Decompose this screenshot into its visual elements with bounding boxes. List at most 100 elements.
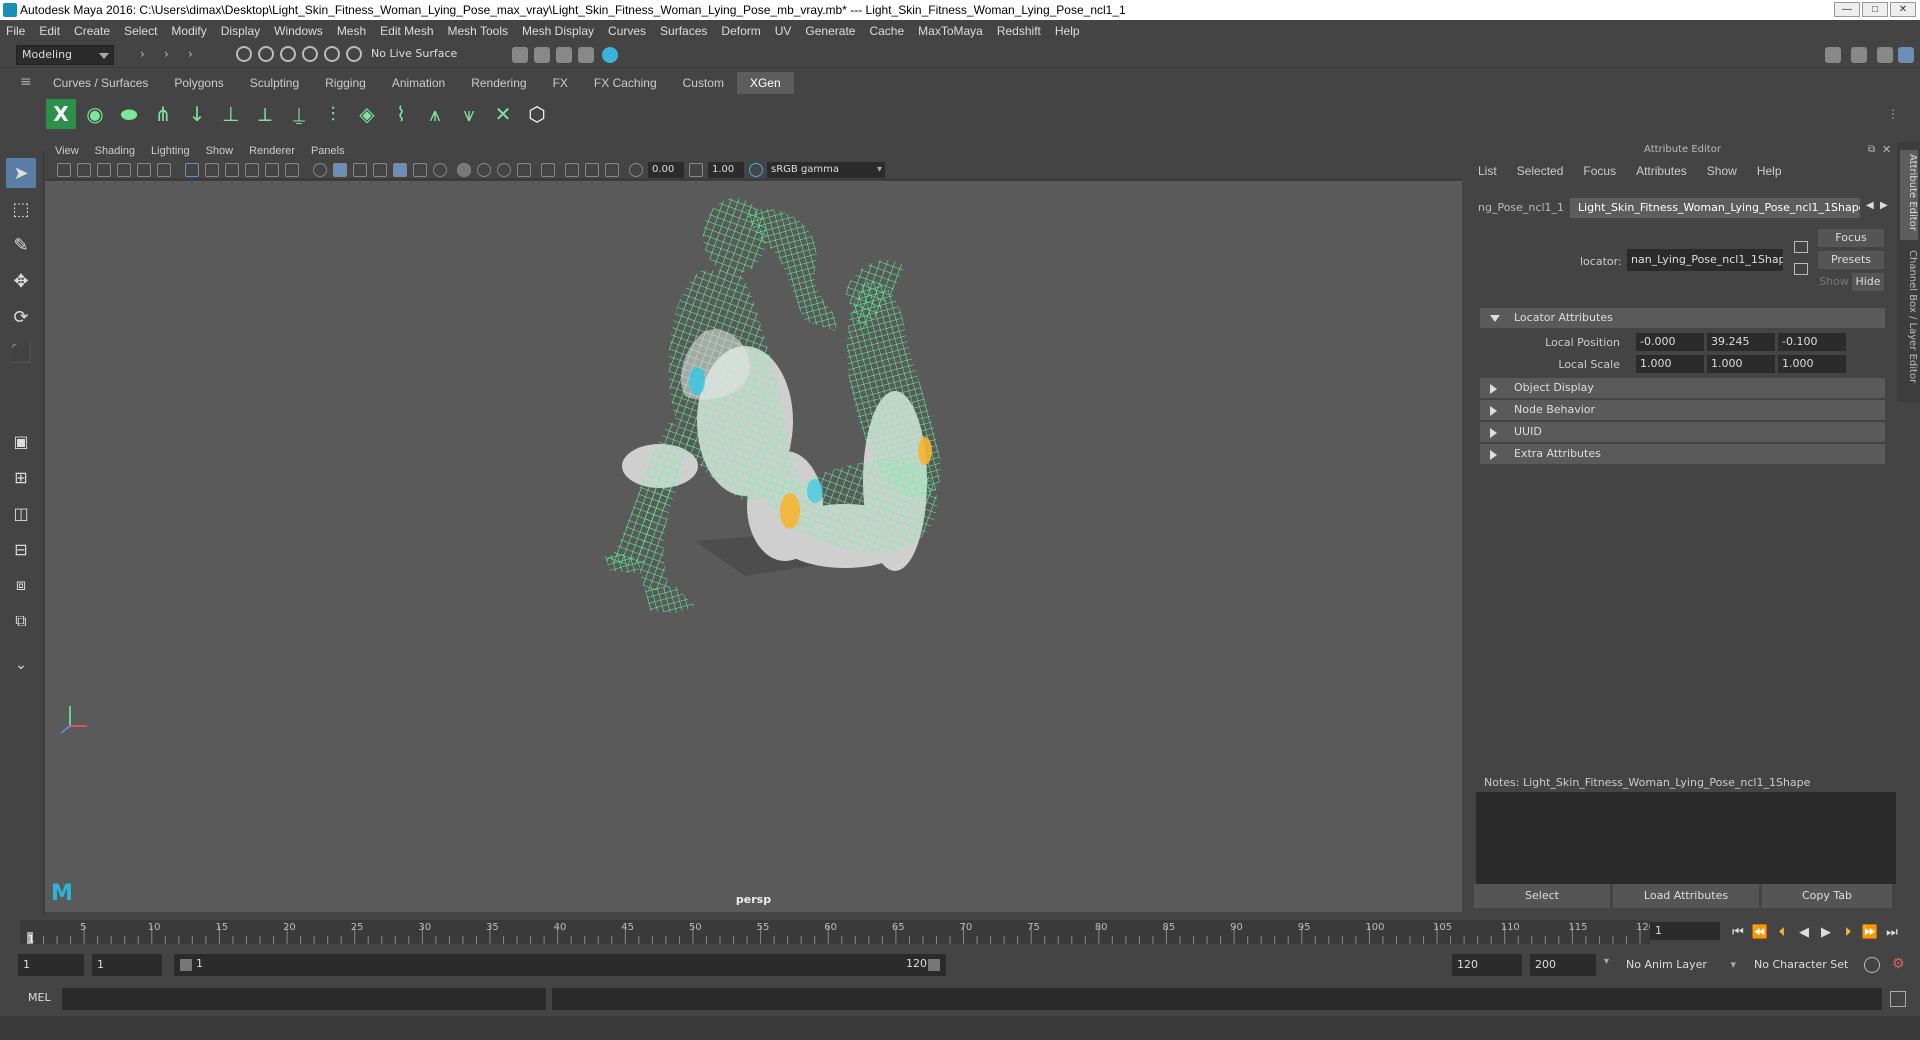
menu-generate[interactable]: Generate — [805, 24, 855, 38]
ae-menu-attributes[interactable]: Attributes — [1636, 164, 1687, 178]
persp-outliner-icon[interactable]: ⧈ — [6, 570, 36, 600]
minimize-button[interactable]: — — [1834, 2, 1860, 17]
2d-pan-icon[interactable] — [137, 163, 151, 177]
select-button[interactable]: Select — [1474, 884, 1610, 908]
load-attributes-button[interactable]: Load Attributes — [1613, 884, 1759, 908]
menu-file[interactable]: File — [6, 24, 25, 38]
menu-maxtomaya[interactable]: MaxToMaya — [918, 24, 983, 38]
rotate-tool-icon[interactable]: ⟳ — [6, 302, 36, 332]
playback-end-field[interactable]: 120 — [1452, 954, 1522, 976]
tab-next-icon[interactable]: ▶ — [1880, 200, 1888, 211]
depth-of-field-icon[interactable] — [517, 163, 531, 177]
xray-joints-icon[interactable] — [565, 163, 579, 177]
character-set-dropdown[interactable]: No Character Set — [1748, 954, 1858, 976]
local-scale-x[interactable]: 1.000 — [1636, 355, 1704, 373]
smooth-shade-icon[interactable] — [333, 163, 347, 177]
vp-menu-show[interactable]: Show — [206, 145, 234, 157]
ae-menu-help[interactable]: Help — [1757, 164, 1782, 178]
shelf-tab-sculpting[interactable]: Sculpting — [237, 72, 312, 94]
hypershade-icon[interactable] — [602, 47, 618, 63]
animation-start-field[interactable]: 1 — [18, 954, 84, 976]
ae-menu-list[interactable]: List — [1478, 164, 1497, 178]
xgen-select-guide-icon[interactable]: ⟂ — [250, 99, 280, 129]
maximize-button[interactable]: □ — [1862, 2, 1888, 17]
persp-graph-icon[interactable]: ⊟ — [6, 534, 36, 564]
preferences-icon[interactable]: ⚙ — [1892, 956, 1905, 972]
ipr-render-icon[interactable] — [556, 47, 572, 63]
play-forward-icon[interactable]: ▶ — [1818, 924, 1834, 940]
xgen-layers-icon[interactable]: ◈ — [352, 99, 382, 129]
shelf-tab-curves-surfaces[interactable]: Curves / Surfaces — [40, 72, 161, 94]
notes-field[interactable] — [1476, 792, 1896, 884]
menu-help[interactable]: Help — [1055, 24, 1080, 38]
xray-icon[interactable] — [433, 163, 447, 177]
safe-action-icon[interactable] — [285, 163, 299, 177]
menu-mesh[interactable]: Mesh — [337, 24, 366, 38]
chevron-right-icon[interactable]: › — [188, 47, 204, 63]
input-connections-icon[interactable] — [1794, 263, 1808, 275]
local-position-y[interactable]: 39.245 — [1707, 333, 1775, 351]
use-all-lights-icon[interactable] — [393, 163, 407, 177]
show-button[interactable]: Show — [1818, 273, 1850, 291]
scale-tool-icon[interactable]: ⬛ — [6, 338, 36, 368]
render-settings-icon[interactable] — [578, 47, 594, 63]
hud-icon[interactable] — [605, 163, 619, 177]
menu-select[interactable]: Select — [124, 24, 157, 38]
mel-label[interactable]: MEL — [28, 991, 51, 1004]
presets-button[interactable]: Presets — [1818, 251, 1884, 269]
field-chart-icon[interactable] — [265, 163, 279, 177]
outliner-icon[interactable] — [1877, 47, 1893, 63]
ae-menu-show[interactable]: Show — [1707, 164, 1737, 178]
close-icon[interactable]: ✕ — [1882, 143, 1891, 156]
channel-box-side-tab[interactable]: Channel Box / Layer Editor — [1900, 246, 1918, 386]
shelf-tab-custom[interactable]: Custom — [670, 72, 737, 94]
step-back-key-icon[interactable]: ⏪ — [1752, 924, 1768, 940]
shelf-tab-fx-caching[interactable]: FX Caching — [581, 72, 670, 94]
grid-icon[interactable] — [185, 163, 199, 177]
wireframe-icon[interactable] — [313, 163, 327, 177]
model-wireframe[interactable] — [45, 181, 1462, 912]
single-view-icon[interactable]: ▣ — [6, 426, 36, 456]
xgen-bend-icon[interactable]: ⌇ — [386, 99, 416, 129]
range-start-handle[interactable] — [180, 959, 192, 971]
vp-menu-view[interactable]: View — [55, 145, 79, 157]
vp-menu-shading[interactable]: Shading — [95, 145, 135, 157]
paint-select-tool-icon[interactable]: ✎ — [6, 230, 36, 260]
output-connections-icon[interactable] — [1794, 241, 1808, 253]
xgen-add-guide-icon[interactable]: ↓ — [182, 99, 212, 129]
section-object-display[interactable]: Object Display — [1480, 378, 1885, 398]
animation-end-field[interactable]: 200 — [1530, 954, 1596, 976]
gate-mask-icon[interactable] — [245, 163, 259, 177]
go-to-end-icon[interactable]: ⏭ — [1884, 924, 1900, 940]
color-management-icon[interactable] — [749, 163, 763, 177]
xgen-description-icon[interactable]: ◉ — [80, 99, 110, 129]
layout-icon[interactable] — [1825, 47, 1841, 63]
xgen-guides-icon[interactable]: ⋔ — [148, 99, 178, 129]
xgen-hex-icon[interactable]: ⬡ — [522, 99, 552, 129]
select-by-hierarchy-icon[interactable] — [258, 46, 274, 62]
tab-prev-icon[interactable]: ◀ — [1866, 200, 1874, 211]
hide-button[interactable]: Hide — [1852, 273, 1884, 291]
more-layouts-icon[interactable]: ⌄ — [6, 650, 36, 680]
xgen-editor-icon[interactable]: X — [46, 99, 76, 129]
shelf-scroll-icon[interactable]: ⋮ — [1878, 99, 1908, 129]
xgen-delete-icon[interactable]: ✕ — [488, 99, 518, 129]
exposure-field[interactable]: 0.00 — [648, 162, 684, 178]
section-uuid[interactable]: UUID — [1480, 422, 1885, 442]
step-forward-frame-icon[interactable]: ⏵ — [1840, 924, 1856, 940]
vp-menu-panels[interactable]: Panels — [311, 145, 345, 157]
time-ruler[interactable]: 5 10 15 20 25 30 35 40 45 50 55 60 65 70 75 80 85 90 95 100… — [20, 916, 1670, 946]
range-slider[interactable]: 1 120 — [174, 954, 946, 976]
script-editor-icon[interactable] — [1890, 991, 1906, 1007]
camera-icon[interactable] — [57, 163, 71, 177]
move-tool-icon[interactable]: ✥ — [6, 266, 36, 296]
image-plane-icon[interactable] — [117, 163, 131, 177]
anim-layer-dropdown[interactable]: No Anim Layer ▾ — [1620, 954, 1740, 976]
menu-create[interactable]: Create — [74, 24, 110, 38]
exposure-icon[interactable] — [629, 163, 643, 177]
menu-cache[interactable]: Cache — [869, 24, 904, 38]
snap-curve-icon[interactable] — [346, 46, 362, 62]
ae-tab-shape[interactable]: Light_Skin_Fitness_Woman_Lying_Pose_ncl1… — [1570, 198, 1860, 218]
step-forward-key-icon[interactable]: ⏩ — [1862, 924, 1878, 940]
shelf-tab-fx[interactable]: FX — [540, 72, 581, 94]
